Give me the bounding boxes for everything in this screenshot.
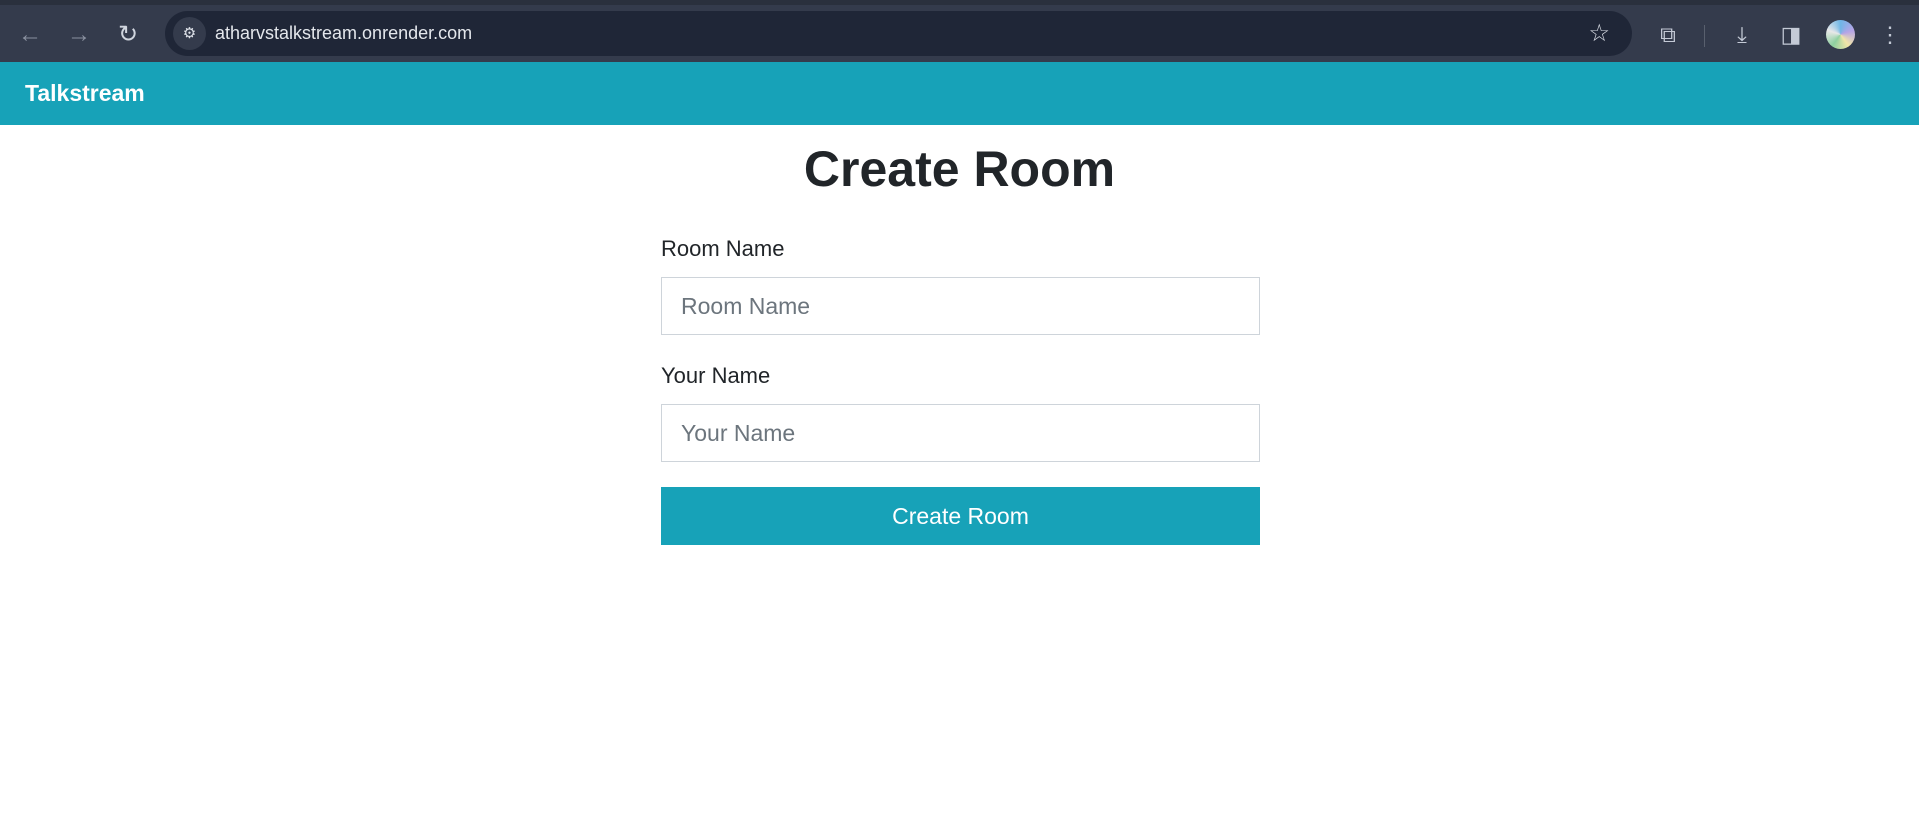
- toolbar-divider: [1704, 25, 1705, 47]
- download-icon[interactable]: ⤓: [1726, 19, 1758, 51]
- extensions-puzzle-icon[interactable]: ⧉: [1652, 19, 1684, 51]
- kebab-menu-icon[interactable]: ⋮: [1874, 19, 1906, 51]
- address-bar[interactable]: ⚙ atharvstalkstream.onrender.com ☆: [165, 11, 1632, 56]
- site-info-icon[interactable]: ⚙: [173, 17, 206, 50]
- your-name-label: Your Name: [661, 363, 771, 388]
- your-name-input[interactable]: [661, 404, 1260, 462]
- brand-link[interactable]: Talkstream: [25, 80, 145, 107]
- navbar: Talkstream: [0, 62, 1919, 125]
- side-panel-icon[interactable]: ◨: [1775, 19, 1807, 51]
- profile-avatar[interactable]: [1826, 20, 1855, 49]
- page-title: Create Room: [803, 141, 1116, 197]
- browser-toolbar: ← → ↻ ⚙ atharvstalkstream.onrender.com ☆…: [0, 0, 1919, 62]
- room-name-label: Room Name: [661, 236, 785, 261]
- url-text[interactable]: atharvstalkstream.onrender.com: [215, 23, 472, 44]
- reload-icon[interactable]: ↻: [112, 19, 144, 51]
- bookmark-star-icon[interactable]: ☆: [1588, 19, 1610, 48]
- room-name-input[interactable]: [661, 277, 1260, 335]
- create-room-button[interactable]: Create Room: [661, 487, 1260, 545]
- forward-arrow-icon[interactable]: →: [63, 19, 95, 51]
- back-arrow-icon[interactable]: ←: [14, 19, 46, 51]
- create-room-form: Room Name Your Name Create Room: [661, 232, 1260, 545]
